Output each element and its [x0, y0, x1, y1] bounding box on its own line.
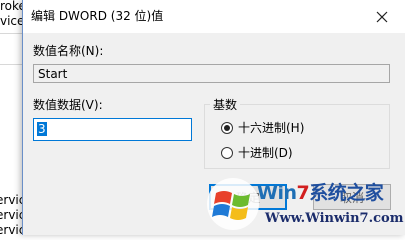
radio-hexadecimal[interactable]: 十六进制(H): [221, 121, 304, 135]
radio-hex-label: 十六进制(H): [238, 121, 305, 135]
background-divider: [0, 33, 22, 34]
value-name-field: Start: [33, 64, 390, 83]
radio-hex-indicator[interactable]: [221, 122, 233, 134]
background-divider: [0, 64, 22, 65]
value-data-text: 3: [37, 122, 47, 136]
value-name-label: 数值名称(N):: [33, 44, 104, 58]
radio-dec-label: 十进制(D): [238, 146, 293, 160]
base-group-title: 基数: [210, 98, 241, 112]
close-button[interactable]: [371, 6, 393, 28]
edit-dword-dialog: 编辑 DWORD (32 位)值 数值名称(N): Start 数值数据(V):…: [22, 0, 405, 235]
cancel-button[interactable]: 取消: [313, 184, 391, 210]
radio-dec-indicator[interactable]: [221, 147, 233, 159]
dialog-title: 编辑 DWORD (32 位)值: [31, 9, 164, 23]
close-icon: [376, 11, 388, 23]
value-data-label: 数值数据(V):: [33, 98, 103, 112]
ok-button[interactable]: 确定: [209, 184, 287, 210]
value-data-input[interactable]: 3: [33, 118, 192, 141]
dialog-titlebar[interactable]: 编辑 DWORD (32 位)值: [23, 0, 405, 33]
background-list-item: vice: [0, 14, 25, 28]
radio-decimal[interactable]: 十进制(D): [221, 146, 293, 160]
